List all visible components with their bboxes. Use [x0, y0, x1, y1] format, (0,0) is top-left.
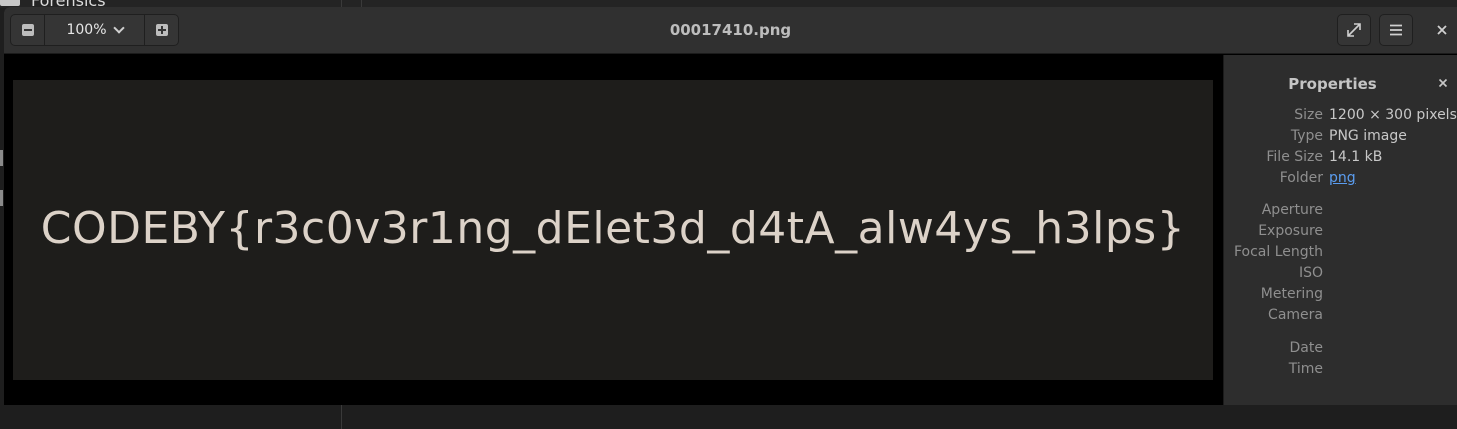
image-flag-text: CODEBY{r3c0v3r1ng_dElet3d_d4tA_alw4ys_h3…	[40, 202, 1186, 254]
properties-panel: Properties Size 1200 × 300 pixels Type P…	[1223, 55, 1457, 405]
property-label: ISO	[1298, 265, 1323, 281]
close-icon	[1438, 78, 1448, 88]
property-row-camera: Camera	[1224, 307, 1457, 327]
background-edge-mark	[0, 150, 3, 166]
property-row-exposure: Exposure	[1224, 223, 1457, 243]
background-divider	[341, 405, 342, 429]
property-label: Aperture	[1261, 202, 1323, 218]
close-icon	[1437, 25, 1447, 35]
property-row-metering: Metering	[1224, 286, 1457, 306]
main-menu-button[interactable]	[1379, 14, 1413, 46]
property-label: Folder	[1279, 170, 1323, 186]
background-bottom-strip	[0, 405, 1457, 429]
background-edge-mark	[0, 190, 3, 206]
displayed-image: CODEBY{r3c0v3r1ng_dElet3d_d4tA_alw4ys_h3…	[13, 80, 1213, 380]
property-label: Exposure	[1258, 223, 1323, 239]
property-label: Type	[1290, 128, 1323, 144]
property-label: Date	[1289, 340, 1323, 356]
close-properties-button[interactable]	[1435, 75, 1451, 91]
image-canvas[interactable]: CODEBY{r3c0v3r1ng_dElet3d_d4tA_alw4ys_h3…	[4, 55, 1223, 405]
close-window-button[interactable]	[1433, 21, 1451, 39]
property-label: Time	[1288, 361, 1323, 377]
property-label: Metering	[1260, 286, 1323, 302]
property-value: 14.1 kB	[1329, 149, 1383, 165]
hamburger-menu-icon	[1390, 24, 1402, 36]
folder-icon	[0, 0, 20, 6]
window-title: 00017410.png	[669, 21, 792, 39]
property-label: Size	[1294, 107, 1323, 123]
property-label: Camera	[1268, 307, 1323, 323]
property-row-file-size: File Size 14.1 kB	[1224, 149, 1457, 169]
headerbar: 100% 00017410.png	[4, 7, 1457, 54]
property-label: File Size	[1266, 149, 1323, 165]
property-label: Focal Length	[1233, 244, 1323, 260]
folder-link[interactable]: png	[1329, 170, 1356, 186]
property-row-aperture: Aperture	[1224, 202, 1457, 222]
image-viewer-window: 100% 00017410.png CODEBY{r3c0v3r1ng_dEle…	[4, 7, 1457, 405]
fullscreen-icon	[1347, 23, 1361, 37]
property-row-date: Date	[1224, 340, 1457, 360]
property-row-folder: Folder png	[1224, 170, 1457, 190]
property-row-size: Size 1200 × 300 pixels	[1224, 107, 1457, 127]
property-row-focal-length: Focal Length	[1224, 244, 1457, 264]
properties-title: Properties	[1288, 75, 1377, 93]
property-value: 1200 × 300 pixels	[1329, 107, 1457, 123]
property-value: PNG image	[1329, 128, 1407, 144]
property-row-iso: ISO	[1224, 265, 1457, 285]
fullscreen-button[interactable]	[1337, 14, 1371, 46]
property-row-time: Time	[1224, 361, 1457, 381]
property-row-type: Type PNG image	[1224, 128, 1457, 148]
